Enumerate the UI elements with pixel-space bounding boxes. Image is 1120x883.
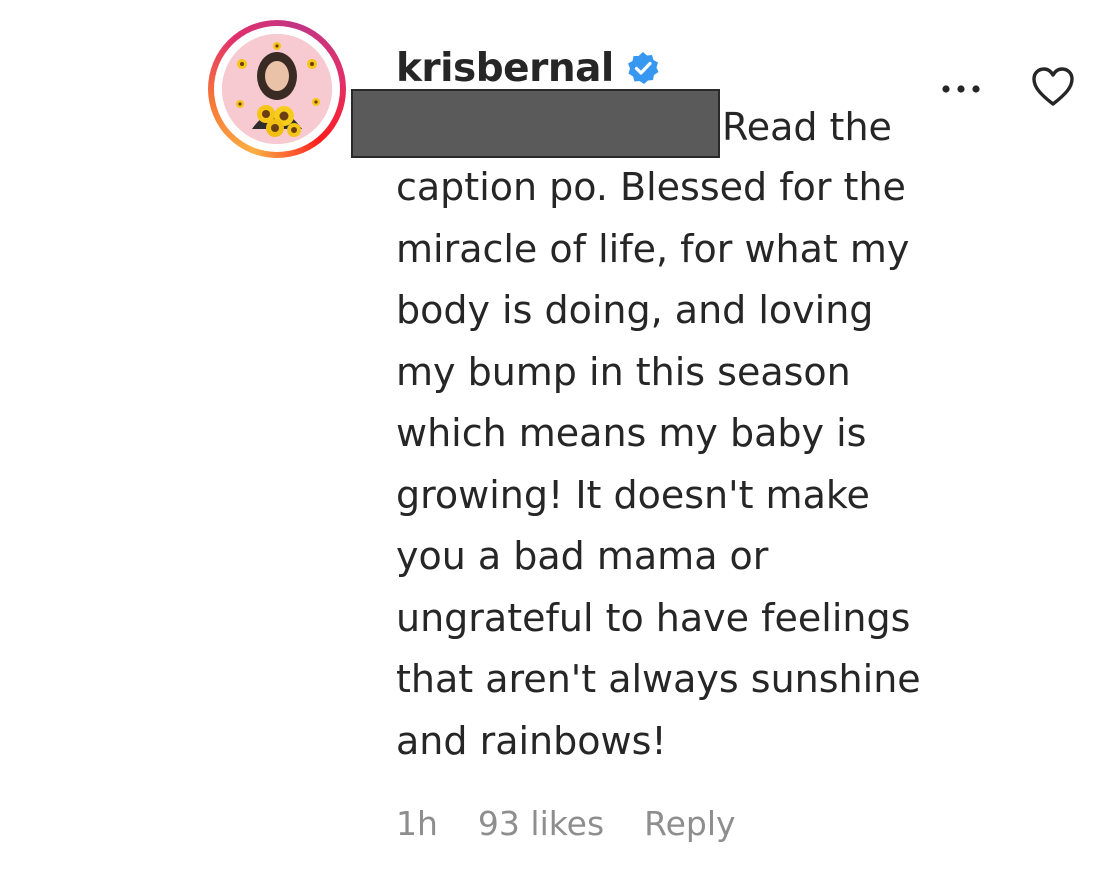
- comment-line: and rainbows!: [396, 718, 667, 763]
- username-link[interactable]: krisbernal: [396, 46, 614, 91]
- comment-line: that aren't always sunshine: [396, 657, 921, 701]
- comment: krisbernal Read the caption po. Blessed …: [0, 0, 1120, 883]
- comment-meta: 1h 93 likes Reply: [396, 798, 776, 848]
- more-options-button[interactable]: [936, 74, 996, 104]
- more-options-icon: [942, 85, 980, 93]
- comment-line: body is doing, and loving: [396, 288, 874, 332]
- comment-line: which means my baby is: [396, 411, 867, 455]
- redacted-mention: [351, 89, 720, 158]
- heart-icon: [1032, 67, 1074, 106]
- comment-line: growing! It doesn't make: [396, 472, 870, 517]
- timestamp[interactable]: 1h: [396, 804, 438, 843]
- likes-count[interactable]: 93 likes: [478, 804, 604, 843]
- verified-badge-icon: [626, 51, 660, 85]
- comment-line: ungrateful to have feelings: [396, 595, 911, 640]
- comment-text: caption po. Blessed for the miracle of l…: [396, 157, 996, 772]
- reply-button[interactable]: Reply: [644, 804, 735, 843]
- comment-line: you a bad mama or: [396, 534, 769, 578]
- avatar-image: [222, 34, 332, 144]
- avatar[interactable]: [222, 34, 332, 144]
- comment-line: my bump in this season: [396, 349, 851, 394]
- comment-line: miracle of life, for what my: [396, 226, 910, 271]
- comment-first-line: Read the: [722, 105, 892, 149]
- like-button[interactable]: [1028, 64, 1078, 110]
- comment-line: caption po. Blessed for the: [396, 165, 906, 209]
- story-ring[interactable]: [208, 20, 346, 158]
